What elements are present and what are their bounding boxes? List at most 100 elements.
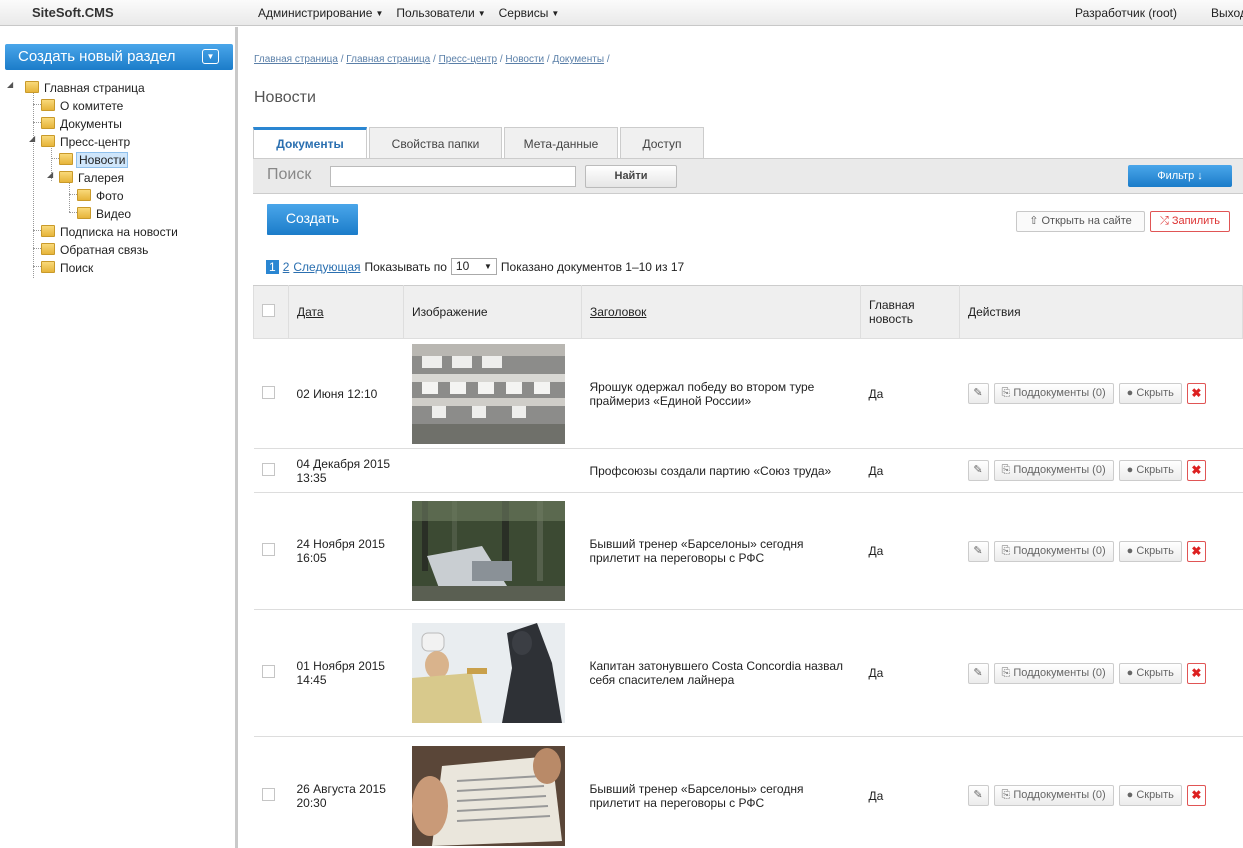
- row-checkbox[interactable]: [261, 665, 275, 678]
- subdocuments-button[interactable]: ⎘ Поддокументы (0): [993, 662, 1114, 684]
- edit-icon[interactable]: ✎: [967, 383, 989, 404]
- tree-item-feedback[interactable]: Обратная связь: [41, 242, 150, 258]
- external-link-icon: ⇧: [1029, 215, 1042, 227]
- tree-item-news[interactable]: Новости: [59, 152, 129, 168]
- top-menu: Администрирование ▼ Пользователи ▼ Сервисы…: [258, 6, 559, 20]
- table-row: 04 Декабря 2015 13:35 Профсоюзы создали …: [253, 448, 1243, 493]
- row-checkbox[interactable]: [261, 543, 275, 556]
- news-thumbnail[interactable]: [411, 745, 565, 846]
- row-main-news: Да: [860, 492, 960, 610]
- tree-item-about[interactable]: О комитете: [41, 98, 125, 114]
- delete-icon[interactable]: ✖: [1186, 383, 1206, 404]
- caret-down-icon: ▼: [551, 9, 560, 18]
- breadcrumb-link[interactable]: Главная страница: [254, 54, 338, 65]
- row-checkbox[interactable]: [261, 462, 275, 476]
- find-button[interactable]: Найти: [585, 165, 677, 188]
- tree-line: [69, 212, 77, 213]
- tree-item-subscribe[interactable]: Подписка на новости: [41, 224, 180, 240]
- open-on-site-button[interactable]: ⇧ Открыть на сайте: [1016, 211, 1145, 232]
- menu-services[interactable]: Сервисы ▼: [499, 6, 560, 20]
- header-actions: Действия: [959, 285, 1243, 339]
- delete-icon[interactable]: ✖: [1186, 460, 1206, 481]
- row-checkbox[interactable]: [261, 787, 275, 801]
- create-button[interactable]: Создать: [267, 204, 358, 235]
- breadcrumb-link[interactable]: Новости: [505, 54, 544, 65]
- tab-access[interactable]: Доступ: [620, 127, 704, 158]
- subdocuments-button[interactable]: ⎘ Поддокументы (0): [993, 540, 1114, 562]
- edit-icon[interactable]: ✎: [967, 540, 989, 562]
- delete-icon[interactable]: ✖: [1186, 540, 1206, 562]
- hide-button[interactable]: ● Скрыть: [1118, 540, 1182, 562]
- news-thumbnail[interactable]: [411, 623, 565, 723]
- sort-date-link[interactable]: Дата: [297, 305, 324, 319]
- per-page-label: Показывать по: [364, 259, 447, 274]
- subdocuments-button[interactable]: ⎘ Поддокументы (0): [993, 383, 1114, 404]
- tab-folder-properties[interactable]: Свойства папки: [369, 127, 502, 158]
- hide-button[interactable]: ● Скрыть: [1118, 662, 1182, 684]
- hide-button[interactable]: ● Скрыть: [1118, 383, 1182, 404]
- row-actions: ✎ ⎘ Поддокументы (0) ● Скрыть ✖: [959, 448, 1243, 493]
- copy-icon: ⎘: [1001, 666, 1014, 679]
- menu-administration[interactable]: Администрирование ▼: [258, 6, 383, 20]
- top-bar: SiteSoft.CMS Администрирование ▼ Пользова…: [0, 0, 1243, 26]
- menu-users[interactable]: Пользователи ▼: [396, 6, 485, 20]
- next-page-link[interactable]: Следующая: [293, 260, 360, 274]
- brand-logo[interactable]: SiteSoft.CMS: [32, 5, 114, 20]
- news-thumbnail[interactable]: [411, 343, 565, 444]
- tree-line: [69, 194, 77, 195]
- row-image-cell: [403, 492, 582, 610]
- pin-button[interactable]: ⤮ Запилить: [1150, 211, 1230, 232]
- hide-button[interactable]: ● Скрыть: [1118, 460, 1182, 481]
- results-summary: Показано документов 1–10 из 17: [500, 259, 685, 274]
- breadcrumb-link[interactable]: Документы: [552, 54, 604, 65]
- breadcrumb-link[interactable]: Пресс-центр: [439, 54, 497, 65]
- create-section-button[interactable]: Создать новый раздел ▼: [5, 44, 233, 70]
- row-date: 02 Июня 12:10: [288, 338, 404, 449]
- row-title: Бывший тренер «Барселоны» сегодня прилет…: [581, 492, 861, 610]
- collapse-icon[interactable]: ◢: [47, 170, 53, 179]
- tab-metadata[interactable]: Мета-данные: [504, 127, 618, 158]
- caret-down-icon: ▼: [375, 9, 384, 18]
- per-page-select[interactable]: 10 ▼: [450, 258, 497, 275]
- tree-item-search[interactable]: Поиск: [41, 260, 95, 276]
- hide-button[interactable]: ● Скрыть: [1118, 785, 1182, 806]
- main-content: Главная страница / Главная страница / Пр…: [241, 27, 1243, 848]
- edit-icon[interactable]: ✎: [967, 662, 989, 684]
- dropdown-icon[interactable]: ▼: [202, 49, 219, 64]
- row-select-cell: [253, 338, 289, 449]
- tab-documents[interactable]: Документы: [253, 127, 367, 158]
- delete-icon[interactable]: ✖: [1186, 785, 1206, 806]
- dot-icon: ●: [1126, 464, 1137, 476]
- subdocuments-button[interactable]: ⎘ Поддокументы (0): [993, 785, 1114, 806]
- current-user[interactable]: Разработчик (root): [1075, 6, 1177, 20]
- breadcrumb-link[interactable]: Главная страница: [346, 54, 430, 65]
- header-select-all: [253, 285, 289, 339]
- search-input[interactable]: [330, 166, 576, 187]
- tree-item-home[interactable]: Главная страница: [25, 80, 147, 96]
- tree-item-photo[interactable]: Фото: [77, 188, 126, 204]
- folder-icon: [41, 117, 55, 129]
- tree-line: [51, 158, 59, 159]
- collapse-icon[interactable]: ◢: [7, 80, 13, 89]
- news-thumbnail[interactable]: [411, 501, 565, 601]
- tree-line: [33, 266, 41, 267]
- tree-item-gallery[interactable]: Галерея: [59, 170, 126, 186]
- page-link[interactable]: 2: [283, 260, 290, 274]
- tree-item-video[interactable]: Видео: [77, 206, 133, 222]
- delete-icon[interactable]: ✖: [1186, 662, 1206, 684]
- collapse-icon[interactable]: ◢: [29, 134, 35, 143]
- logout-link[interactable]: Выход: [1211, 6, 1243, 20]
- tree-item-documents[interactable]: Документы: [41, 116, 124, 132]
- row-select-cell: [253, 448, 289, 493]
- row-date: 04 Декабря 2015 13:35: [288, 448, 404, 493]
- tree-item-press[interactable]: Пресс-центр: [41, 134, 132, 150]
- header-date: Дата: [288, 285, 404, 339]
- edit-icon[interactable]: ✎: [967, 460, 989, 481]
- sort-title-link[interactable]: Заголовок: [590, 305, 646, 319]
- edit-icon[interactable]: ✎: [967, 785, 989, 806]
- filter-button[interactable]: Фильтр ↓: [1128, 165, 1232, 187]
- select-all-checkbox[interactable]: [262, 304, 275, 317]
- search-bar: Поиск Найти: [253, 158, 1243, 194]
- subdocuments-button[interactable]: ⎘ Поддокументы (0): [993, 460, 1114, 481]
- row-checkbox[interactable]: [261, 385, 275, 399]
